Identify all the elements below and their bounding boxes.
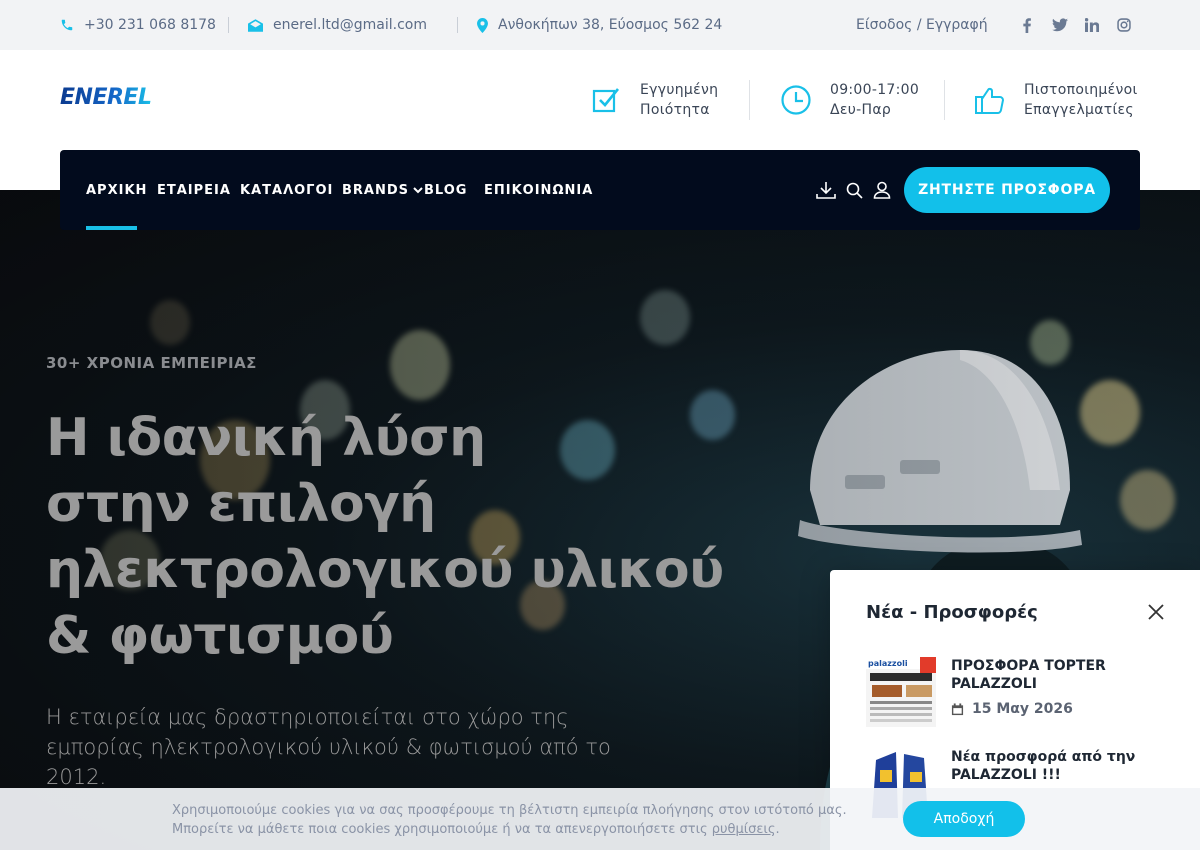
email-address: enerel.ltd@gmail.com bbox=[273, 17, 427, 33]
cookie-consent-bar: Χρησιμοποιούμε cookies για να σας προσφέ… bbox=[0, 788, 1200, 850]
calendar-icon bbox=[951, 702, 964, 716]
nav-item-label: BRANDS bbox=[342, 182, 410, 198]
feature-line: Ποιότητα bbox=[640, 102, 710, 118]
hero-title: Η ιδανική λύση στην επιλογή ηλεκτρολογικ… bbox=[46, 405, 736, 669]
phone-number: +30 231 068 8178 bbox=[84, 17, 216, 33]
cookie-text: Χρησιμοποιούμε cookies για να σας προσφέ… bbox=[172, 801, 872, 839]
email-link[interactable]: enerel.ltd@gmail.com bbox=[248, 0, 427, 50]
phone-link[interactable]: +30 231 068 8178 bbox=[60, 0, 216, 50]
close-icon[interactable] bbox=[1146, 602, 1166, 622]
offer-title[interactable]: ΠΡΟΣΦΟΡΑ TOPTER PALAZZOLI bbox=[951, 657, 1166, 693]
search-icon[interactable] bbox=[846, 150, 863, 230]
phone-icon bbox=[60, 18, 74, 32]
clock-icon bbox=[776, 84, 816, 116]
offer-item[interactable]: palazzoli ΠΡΟΣΦΟΡΑ TOPTER PALAZZOLI 15 Μ… bbox=[866, 657, 1166, 729]
accept-cookies-button[interactable]: Αποδοχή bbox=[903, 801, 1025, 837]
thumb-brand-text: palazzoli bbox=[868, 659, 908, 668]
feature-line: Δευ-Παρ bbox=[830, 102, 892, 118]
address-text: Ανθοκήπων 38, Εύοσμος 562 24 bbox=[498, 17, 723, 33]
instagram-icon[interactable] bbox=[1117, 0, 1131, 50]
envelope-icon bbox=[248, 18, 263, 32]
cookie-settings-link[interactable]: ρυθμίσεις bbox=[712, 822, 776, 837]
feature-line: Επαγγελματίες bbox=[1024, 102, 1134, 118]
feature-line: 09:00-17:00 bbox=[830, 82, 920, 98]
checkbox-icon bbox=[586, 86, 626, 114]
top-bar: +30 231 068 8178 enerel.ltd@gmail.com Αν… bbox=[0, 0, 1200, 50]
chevron-down-icon bbox=[413, 186, 423, 194]
nav-item-blog[interactable]: BLOG bbox=[424, 150, 467, 230]
feature-quality: Εγγυημένη Ποιότητα bbox=[586, 78, 718, 122]
offer-date-text: 15 Μαy 2026 bbox=[972, 701, 1073, 717]
divider bbox=[944, 80, 945, 120]
request-offer-button[interactable]: ΖΗΤΗΣΤΕ ΠΡΟΣΦΟΡΑ bbox=[904, 167, 1110, 213]
twitter-icon[interactable] bbox=[1052, 0, 1068, 50]
login-register-link[interactable]: Είσοδος / Εγγραφή bbox=[856, 0, 988, 50]
divider bbox=[228, 17, 229, 33]
feature-certified: Πιστοποιημένοι Επαγγελματίες bbox=[970, 78, 1138, 122]
thumbs-up-icon bbox=[970, 83, 1010, 117]
hero-title-line: ηλεκτρολογικού υλικού bbox=[46, 540, 724, 600]
divider bbox=[749, 80, 750, 120]
enerel-logo[interactable]: ENEREL bbox=[60, 82, 182, 112]
divider bbox=[457, 17, 458, 33]
nav-item-company[interactable]: ΕΤΑΙΡΕΙΑ bbox=[157, 150, 231, 230]
offer-date: 15 Μαy 2026 bbox=[951, 701, 1073, 717]
hero-title-line: & φωτισμού bbox=[46, 606, 394, 666]
nav-item-brands[interactable]: BRANDS bbox=[342, 150, 423, 230]
hero-title-line: Η ιδανική λύση bbox=[46, 408, 486, 468]
map-pin-icon bbox=[477, 17, 488, 33]
address-link[interactable]: Ανθοκήπων 38, Εύοσμος 562 24 bbox=[477, 0, 722, 50]
facebook-icon[interactable] bbox=[1022, 0, 1032, 50]
nav-item-label: ΑΡΧΙΚΗ bbox=[86, 182, 148, 198]
hero-kicker: 30+ ΧΡΟΝΙΑ ΕΜΠΕΙΡΙΑΣ bbox=[46, 354, 257, 372]
nav-item-catalogs[interactable]: ΚΑΤΑΛΟΓΟΙ bbox=[240, 150, 333, 230]
offer-thumbnail[interactable]: palazzoli bbox=[866, 657, 936, 727]
popup-title: Νέα - Προσφορές bbox=[866, 602, 1038, 623]
feature-line: Εγγυημένη bbox=[640, 82, 719, 98]
active-indicator bbox=[86, 226, 137, 230]
linkedin-icon[interactable] bbox=[1085, 0, 1099, 50]
feature-hours: 09:00-17:00 Δευ-Παρ bbox=[776, 78, 919, 122]
download-icon[interactable] bbox=[816, 150, 836, 230]
hero-description: Η εταιρεία μας δραστηριοποιείται στο χώρ… bbox=[46, 705, 611, 789]
offer-title[interactable]: Νέα προσφορά από την PALAZZOLI !!! bbox=[951, 748, 1166, 784]
cookie-text-period: . bbox=[775, 822, 780, 837]
main-navigation: ΑΡΧΙΚΗ ΕΤΑΙΡΕΙΑ ΚΑΤΑΛΟΓΟΙ BRANDS BLOG ΕΠ… bbox=[60, 150, 1140, 230]
feature-line: Πιστοποιημένοι bbox=[1024, 82, 1138, 98]
svg-text:ENEREL: ENEREL bbox=[60, 85, 151, 110]
hero-title-line: στην επιλογή bbox=[46, 474, 436, 534]
nav-item-home[interactable]: ΑΡΧΙΚΗ bbox=[86, 150, 147, 230]
nav-item-contact[interactable]: ΕΠΙΚΟΙΝΩΝΙΑ bbox=[484, 150, 593, 230]
user-icon[interactable] bbox=[873, 150, 891, 230]
